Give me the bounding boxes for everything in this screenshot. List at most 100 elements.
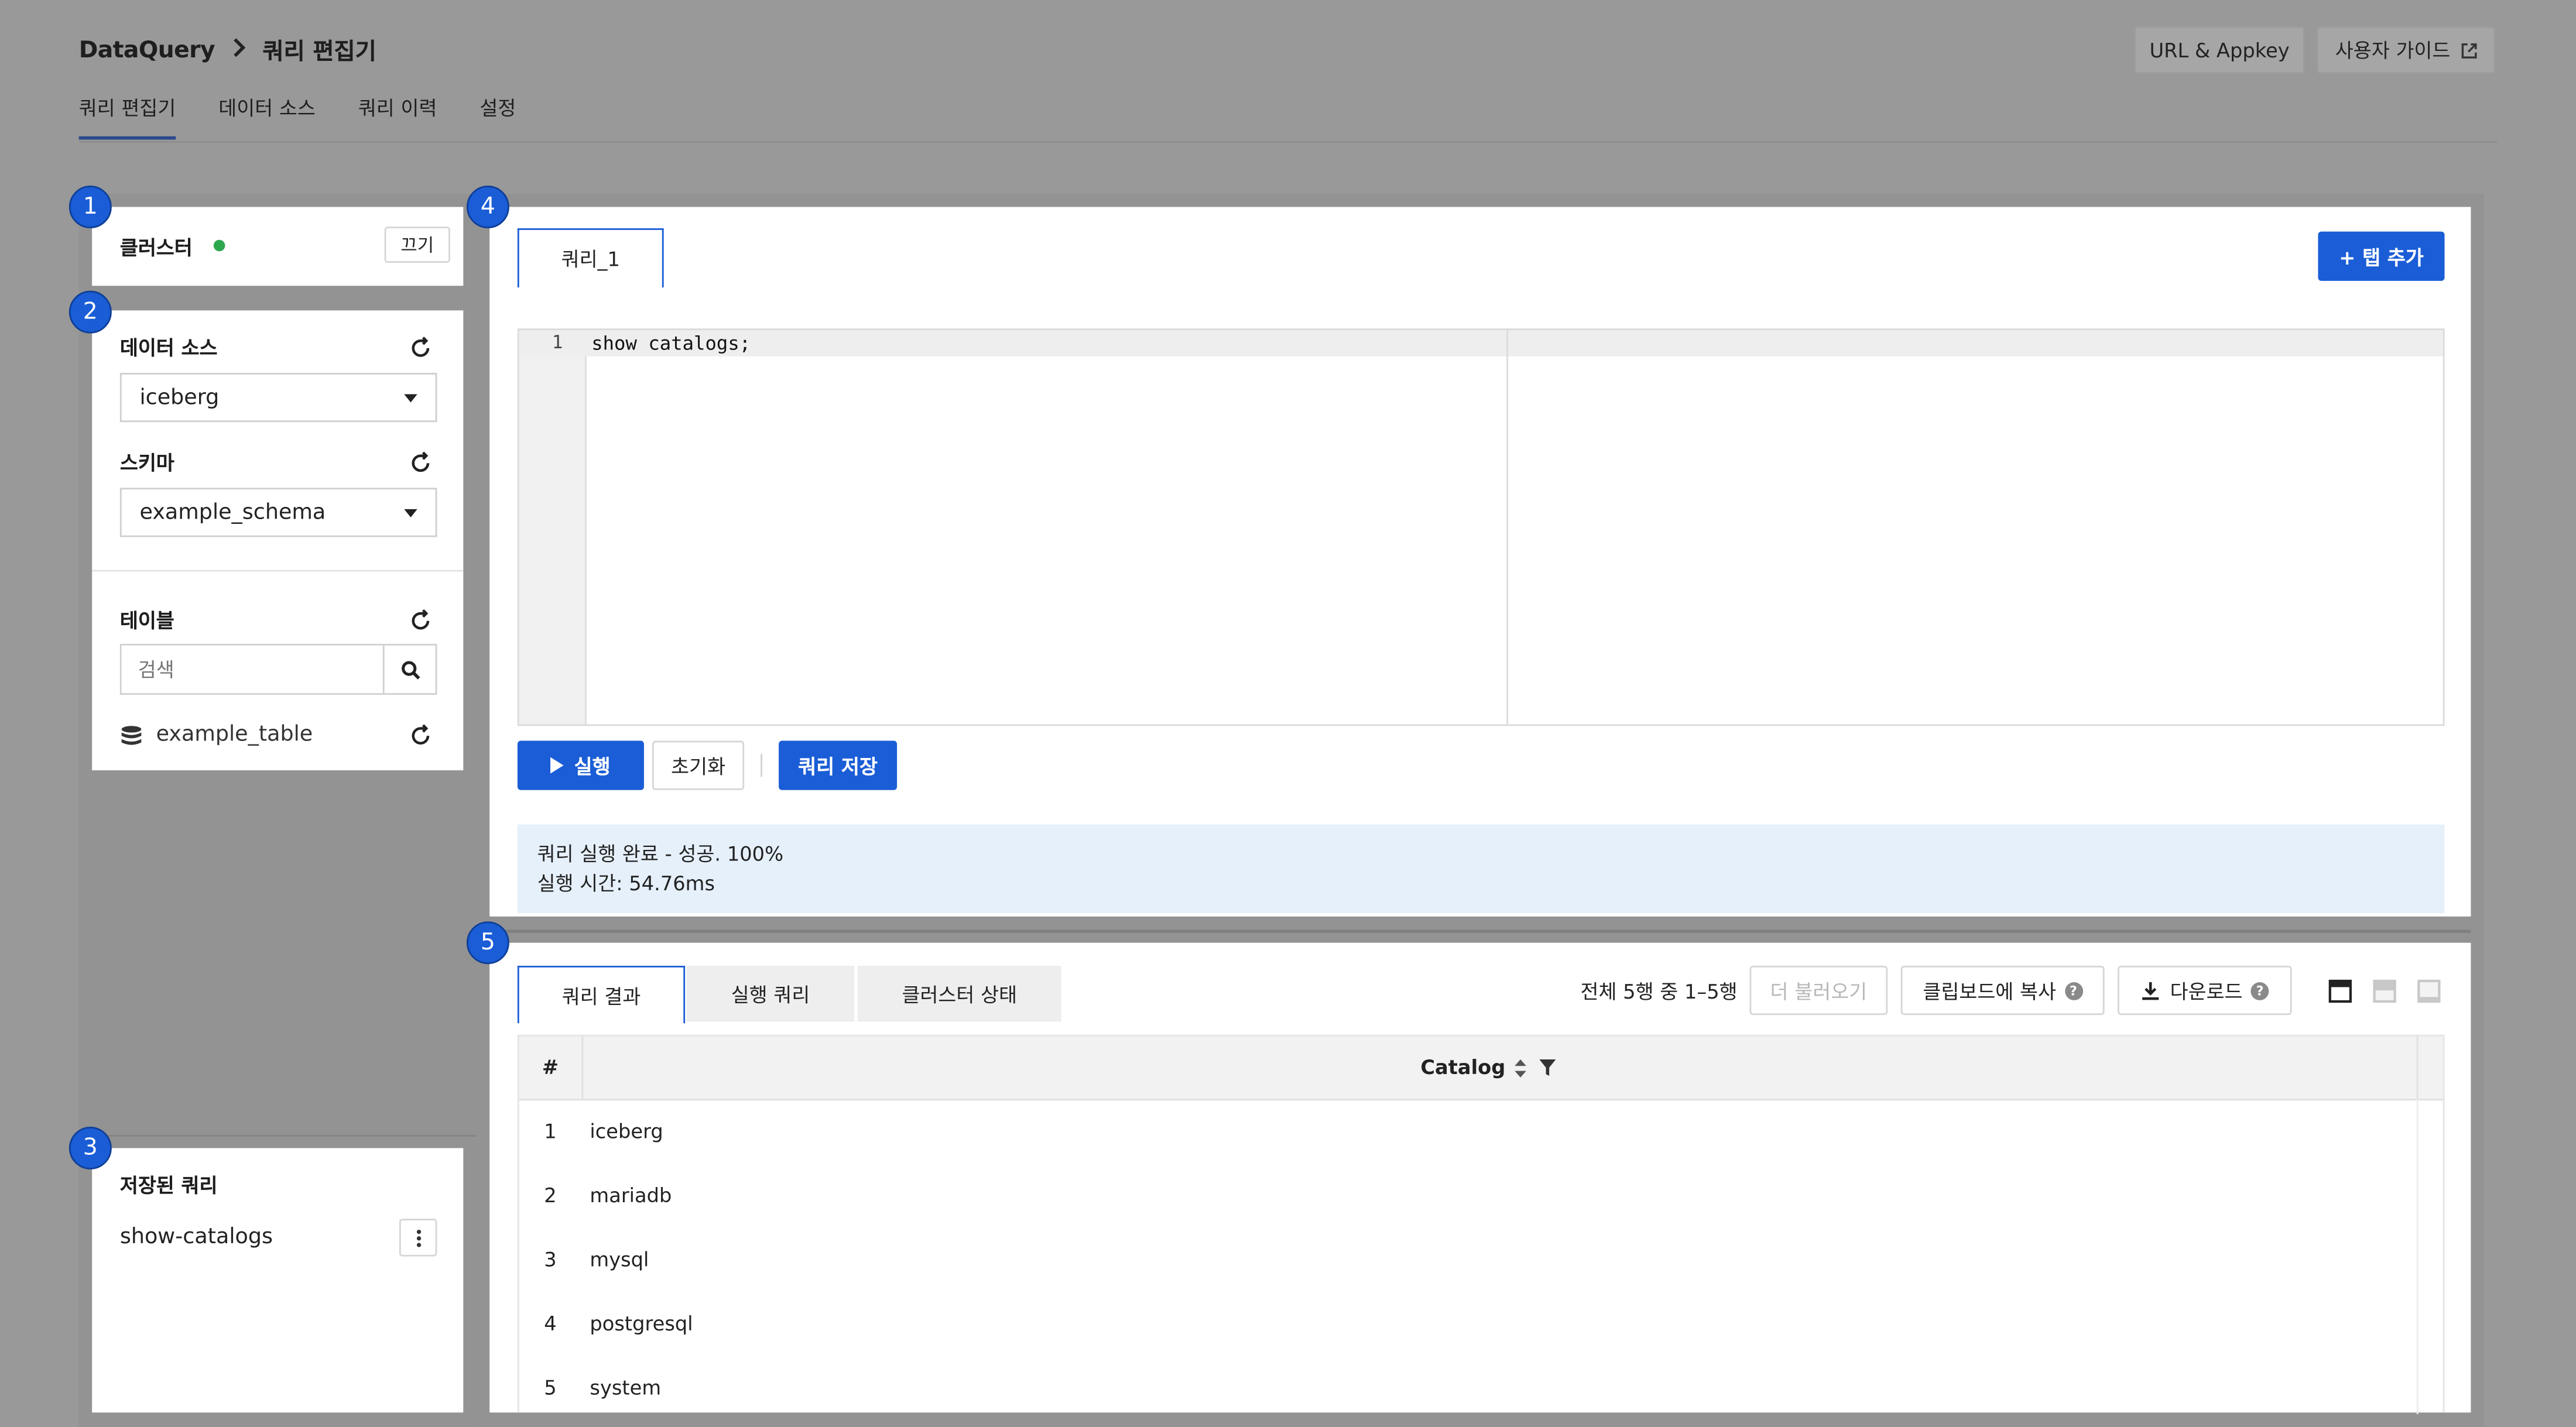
cluster-off-label: 끄기 (400, 235, 434, 256)
datasource-value: iceberg (139, 385, 220, 410)
help-icon: ? (2250, 981, 2269, 1000)
more-options-icon[interactable] (399, 1219, 437, 1257)
callout-badge-5: 5 (466, 921, 509, 965)
refresh-schema-icon[interactable] (409, 450, 432, 473)
url-appkey-label: URL & Appkey (2149, 38, 2290, 62)
result-summary: 전체 5행 중 1–5행 (1580, 980, 1738, 1004)
tab-executed-query[interactable]: 실행 쿼리 (686, 965, 855, 1022)
nav-divider (78, 141, 2498, 143)
datasource-panel: 데이터 소스 iceberg 스키마 example_schema 테이블 검색… (92, 310, 464, 771)
scrollbar-track[interactable] (2416, 1099, 2419, 1415)
add-tab-button[interactable]: + 탭 추가 (2318, 231, 2445, 281)
schema-select[interactable]: example_schema (119, 488, 437, 537)
copy-clipboard-button[interactable]: 클립보드에 복사 ? (1900, 965, 2105, 1016)
save-query-button[interactable]: 쿼리 저장 (779, 740, 898, 790)
query-tab[interactable]: 쿼리_1 (517, 228, 664, 288)
row-catalog: postgresql (590, 1312, 693, 1336)
query-tab-label: 쿼리_1 (561, 248, 620, 272)
row-index: 5 (544, 1376, 557, 1399)
table-list-item[interactable]: example_table (120, 723, 313, 747)
line-number: 1 (551, 331, 563, 354)
refresh-datasource-icon[interactable] (409, 335, 432, 358)
breadcrumb: DataQuery 쿼리 편집기 (79, 33, 376, 69)
table-row[interactable]: 4 postgresql (519, 1308, 2409, 1340)
database-icon (120, 723, 143, 746)
section-divider (92, 570, 464, 572)
load-more-label: 더 불러오기 (1770, 979, 1868, 1003)
row-catalog: mysql (590, 1248, 649, 1271)
refresh-table-icon[interactable] (409, 723, 432, 746)
tab-executed-query-label: 실행 쿼리 (731, 983, 810, 1006)
tab-cluster-status[interactable]: 클러스터 상태 (857, 965, 1061, 1022)
help-icon: ? (2064, 981, 2082, 1000)
external-link-icon (2460, 42, 2476, 59)
run-button[interactable]: 실행 (517, 740, 644, 790)
row-catalog: mariadb (590, 1184, 672, 1208)
sort-icon[interactable] (1515, 1058, 1527, 1077)
row-index: 3 (544, 1248, 557, 1271)
table-row[interactable]: 1 iceberg (519, 1115, 2409, 1148)
schema-value: example_schema (139, 500, 326, 525)
tab-data-source[interactable]: 데이터 소스 (218, 92, 316, 141)
download-button[interactable]: 다운로드 ? (2118, 965, 2292, 1016)
save-query-label: 쿼리 저장 (798, 754, 878, 778)
download-icon (2140, 980, 2160, 1000)
add-tab-label: + 탭 추가 (2339, 245, 2424, 269)
row-catalog: system (590, 1376, 662, 1399)
sidebar-splitter[interactable] (78, 1135, 477, 1137)
result-table: # Catalog 1 iceberg 2 mariadb 3 mysql 4 … (517, 1034, 2445, 1415)
status-line-1: 쿼리 실행 완료 - 성공. 100% (537, 842, 784, 866)
row-index: 1 (544, 1120, 557, 1144)
filter-icon[interactable] (1540, 1059, 1557, 1076)
load-more-button[interactable]: 더 불러오기 (1749, 965, 1888, 1016)
tab-settings[interactable]: 설정 (479, 92, 516, 141)
reset-label: 초기화 (671, 754, 726, 778)
play-icon (551, 757, 564, 774)
layout-bottom-icon[interactable] (2417, 979, 2441, 1010)
table-row[interactable]: 2 mariadb (519, 1179, 2409, 1212)
action-divider (761, 754, 763, 777)
layout-top-icon[interactable] (2328, 979, 2352, 1010)
tab-query-editor[interactable]: 쿼리 편집기 (78, 92, 176, 141)
results-panel: 쿼리 결과 실행 쿼리 클러스터 상태 전체 5행 중 1–5행 더 불러오기 … (489, 942, 2471, 1415)
callout-badge-1: 1 (68, 186, 112, 229)
table-row[interactable]: 5 system (519, 1371, 2409, 1404)
run-label: 실행 (574, 754, 611, 778)
datasource-select[interactable]: iceberg (119, 372, 437, 423)
cluster-panel: 클러스터 끄기 (92, 207, 464, 286)
tab-cluster-status-label: 클러스터 상태 (902, 983, 1018, 1006)
tab-query-result[interactable]: 쿼리 결과 (517, 965, 686, 1024)
table-search-input[interactable] (121, 645, 383, 694)
line-gutter (519, 330, 587, 725)
saved-queries-panel: 저장된 쿼리 show-catalogs (92, 1148, 464, 1413)
col-divider (2416, 1036, 2419, 1099)
saved-query-item[interactable]: show-catalogs (120, 1225, 273, 1250)
breadcrumb-current: 쿼리 편집기 (262, 39, 376, 66)
user-guide-label: 사용자 가이드 (2335, 39, 2451, 63)
user-guide-button[interactable]: 사용자 가이드 (2316, 26, 2496, 74)
editor-panel: 쿼리_1 + 탭 추가 1 show catalogs; 실행 초기화 쿼리 저… (489, 207, 2471, 917)
copy-clipboard-label: 클립보드에 복사 (1923, 979, 2056, 1003)
code-editor[interactable]: 1 show catalogs; (517, 328, 2445, 726)
search-icon[interactable] (382, 645, 436, 694)
status-line-2: 실행 시간: 54.76ms (537, 872, 715, 896)
cluster-status-dot (213, 239, 225, 252)
callout-badge-4: 4 (466, 186, 509, 229)
active-line (519, 330, 2443, 356)
panel-splitter[interactable] (489, 929, 2471, 933)
col-index-header: # (542, 1056, 559, 1079)
url-appkey-button[interactable]: URL & Appkey (2134, 26, 2305, 74)
row-catalog: iceberg (590, 1120, 663, 1144)
refresh-tables-icon[interactable] (409, 608, 432, 630)
col-divider (581, 1036, 584, 1099)
layout-split-icon[interactable] (2372, 979, 2397, 1010)
reset-button[interactable]: 초기화 (652, 740, 745, 790)
editor-split-divider (1506, 330, 1509, 725)
breadcrumb-root[interactable]: DataQuery (79, 38, 215, 64)
col-catalog-header[interactable]: Catalog (1341, 1037, 1636, 1099)
cluster-label: 클러스터 (119, 236, 193, 260)
cluster-off-button[interactable]: 끄기 (384, 227, 450, 263)
tab-query-history[interactable]: 쿼리 이력 (358, 92, 437, 141)
table-row[interactable]: 3 mysql (519, 1243, 2409, 1276)
code-line[interactable]: show catalogs; (591, 332, 751, 355)
